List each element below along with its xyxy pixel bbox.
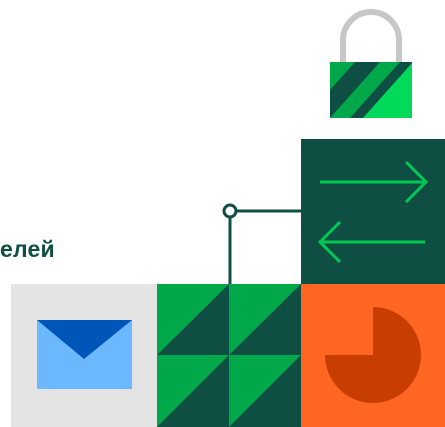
pie-chart-icon: [301, 284, 445, 427]
transfer-tile: [301, 139, 445, 284]
connector-node: [222, 203, 238, 219]
illustration-graphic: [11, 9, 445, 427]
illustration-canvas: елей: [0, 0, 445, 427]
lock-shackle: [340, 9, 402, 62]
envelope-icon: [11, 284, 157, 427]
arrows-exchange-icon: [301, 139, 445, 284]
lock-icon: [330, 9, 412, 118]
connector-line: [222, 203, 301, 285]
triangle-pattern-tile: [157, 284, 301, 427]
